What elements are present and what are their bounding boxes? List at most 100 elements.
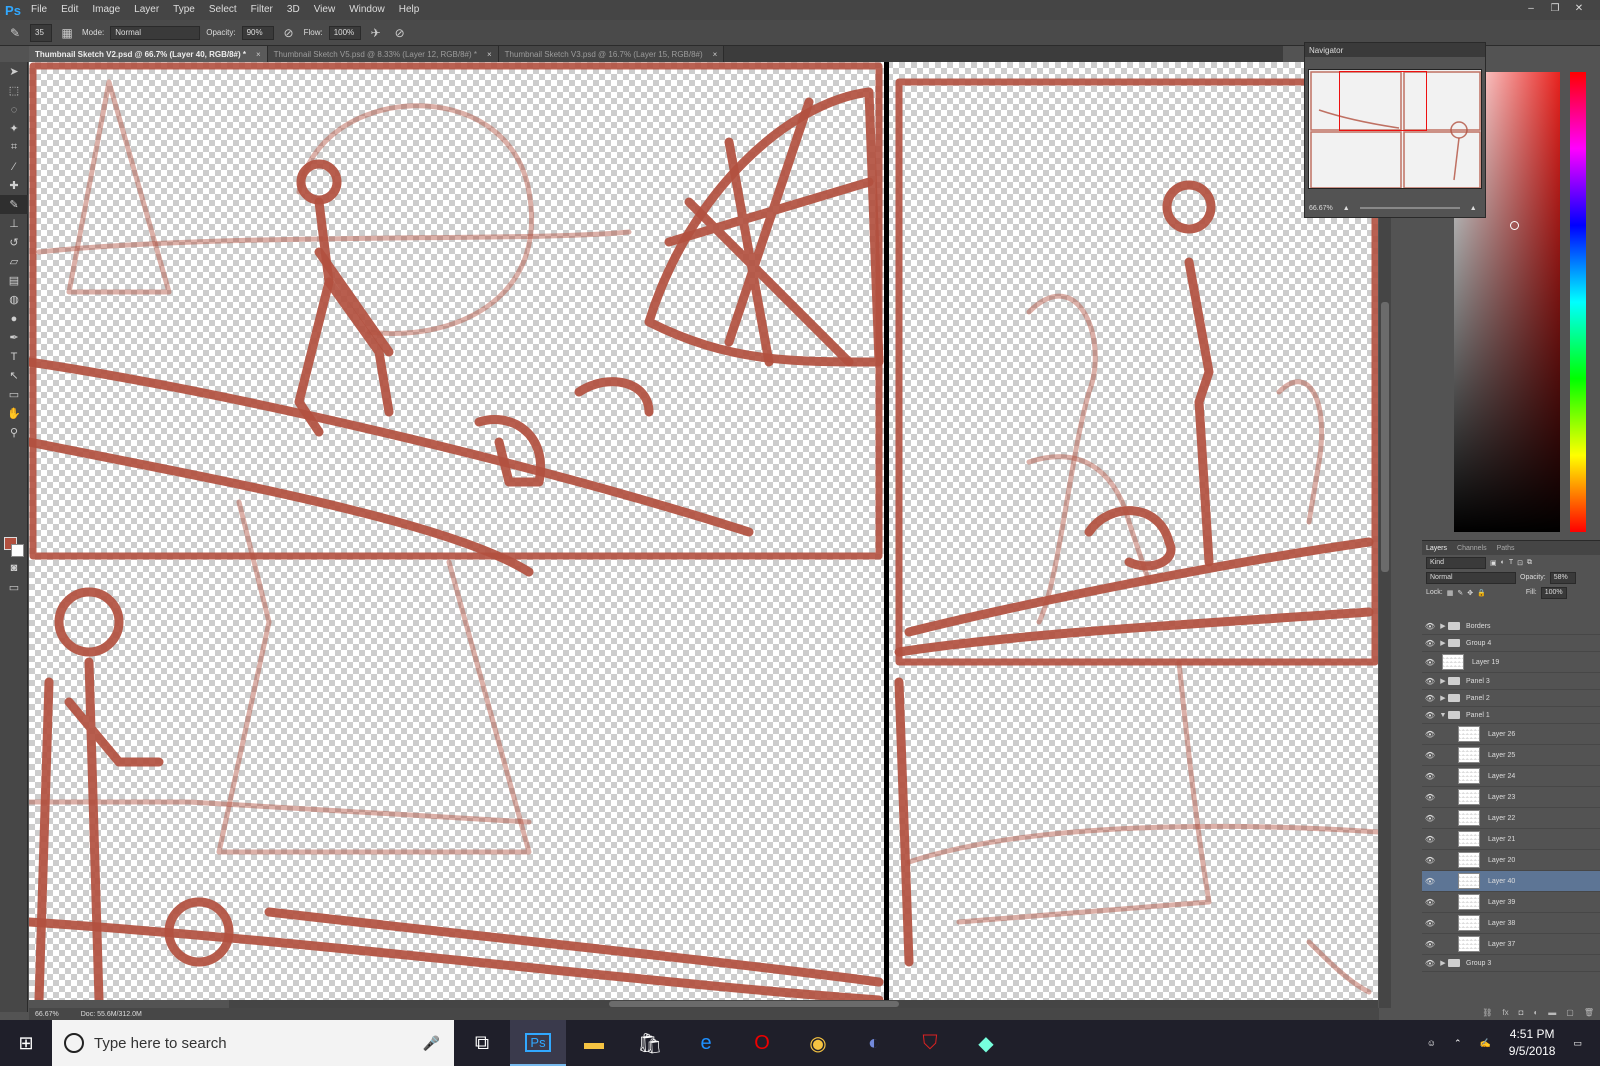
lock-position-icon[interactable]: ✥ [1467,589,1473,597]
menu-item[interactable]: Edit [54,0,85,20]
visibility-eye-icon[interactable]: 👁 [1422,639,1438,648]
pressure-size-icon[interactable]: ⊘ [391,24,409,42]
path-select-icon[interactable]: ↖ [0,366,28,385]
menu-item[interactable]: Select [202,0,244,20]
crop-tool-icon[interactable]: ⌗ [0,138,28,157]
dodge-icon[interactable]: ● [0,309,28,328]
visibility-eye-icon[interactable]: 👁 [1422,677,1438,686]
chrome-icon[interactable]: ◉ [790,1020,846,1066]
type-tool-icon[interactable]: T [0,347,28,366]
layer-row[interactable]: 👁 Layer 20 [1422,850,1600,871]
visibility-eye-icon[interactable]: 👁 [1422,877,1438,886]
layer-group-row[interactable]: 👁 ▶ Panel 3 [1422,673,1600,690]
close-icon[interactable]: ✕ [1568,0,1590,16]
layers-panel-tab[interactable]: Channels [1457,545,1487,552]
mode-select[interactable]: Normal [110,25,201,40]
horizontal-scrollbar[interactable] [229,1000,1378,1008]
menu-item[interactable]: Filter [244,0,280,20]
layer-group-row[interactable]: 👁 ▶ Panel 2 [1422,690,1600,707]
layer-row[interactable]: 👁 Layer 39 [1422,892,1600,913]
layer-group-row[interactable]: 👁 ▶ Group 4 [1422,635,1600,652]
group-caret-icon[interactable]: ▶ [1438,639,1448,647]
adjustment-icon[interactable]: ◐ [1533,1008,1538,1017]
clock[interactable]: 4:51 PM 9/5/2018 [1509,1026,1556,1060]
visibility-eye-icon[interactable]: 👁 [1422,919,1438,928]
visibility-eye-icon[interactable]: 👁 [1422,793,1438,802]
close-tab-icon[interactable]: × [713,50,718,59]
visibility-eye-icon[interactable]: 👁 [1422,959,1438,968]
menu-item[interactable]: 3D [280,0,307,20]
marquee-tool-icon[interactable]: ⬚ [0,81,28,100]
vertical-scroll-thumb[interactable] [1381,302,1389,572]
filter-type-icon[interactable]: T [1509,559,1513,566]
layer-group-row[interactable]: 👁 ▶ Borders [1422,618,1600,635]
group-caret-icon[interactable]: ▶ [1438,694,1448,702]
brush-tool-icon[interactable]: ✎ [6,24,24,42]
task-view-icon[interactable]: ⧉ [454,1020,510,1066]
airbrush-icon[interactable]: ✈ [367,24,385,42]
visibility-eye-icon[interactable]: 👁 [1422,856,1438,865]
menu-item[interactable]: Type [166,0,202,20]
brush-panel-icon[interactable]: ▦ [58,24,76,42]
opera-icon[interactable]: O [734,1020,790,1066]
layer-filter-select[interactable]: Kind [1426,556,1486,569]
app-icon[interactable]: ◆ [958,1020,1014,1066]
rectangle-tool-icon[interactable]: ▭ [0,385,28,404]
lock-transparent-icon[interactable]: ▦ [1447,589,1454,597]
add-mask-icon[interactable]: ◘ [1519,1008,1524,1017]
windows-start-icon[interactable]: ⊞ [0,1020,52,1066]
brush-size-field[interactable]: 35 [30,23,52,42]
close-tab-icon[interactable]: × [256,50,261,59]
blend-mode-select[interactable]: Normal [1426,571,1516,584]
document-tab[interactable]: Thumbnail Sketch V3.psd @ 16.7% (Layer 1… [498,46,725,62]
visibility-eye-icon[interactable]: 👁 [1422,940,1438,949]
opacity-field[interactable]: 90% [241,25,274,40]
menu-item[interactable]: Layer [127,0,166,20]
screen-mode-icon[interactable]: ▭ [0,578,28,597]
filter-smart-icon[interactable]: ⧉ [1527,559,1532,567]
layer-row[interactable]: 👁 Layer 26 [1422,724,1600,745]
minimize-icon[interactable]: – [1520,0,1542,16]
group-caret-icon[interactable]: ▼ [1438,712,1448,719]
filter-adjust-icon[interactable]: ◐ [1501,559,1505,566]
history-brush-icon[interactable]: ↺ [0,233,28,252]
pen-tool-icon[interactable]: ✒ [0,328,28,347]
navigator-view-box[interactable] [1339,71,1427,131]
menu-item[interactable]: Help [392,0,427,20]
hand-tool-icon[interactable]: ✋ [0,404,28,423]
layer-row[interactable]: 👁 Layer 23 [1422,787,1600,808]
lock-all-icon[interactable]: 🔒 [1477,589,1486,597]
visibility-eye-icon[interactable]: 👁 [1422,835,1438,844]
edge-icon[interactable]: e [678,1020,734,1066]
zoom-tool-icon[interactable]: ⚲ [0,423,28,442]
magic-wand-icon[interactable]: ✦ [0,119,28,138]
layer-group-row[interactable]: 👁 ▶ Group 3 [1422,955,1600,972]
navigator-preview[interactable] [1308,69,1482,189]
security-shield-icon[interactable]: ⛉ [902,1020,958,1066]
clone-stamp-icon[interactable]: ⊥ [0,214,28,233]
filter-pixel-icon[interactable]: ▣ [1490,559,1497,567]
people-icon[interactable]: ☺ [1427,1038,1436,1048]
layer-row[interactable]: 👁 Layer 38 [1422,913,1600,934]
layer-group-row[interactable]: 👁 ▼ Panel 1 [1422,707,1600,724]
document-tab[interactable]: Thumbnail Sketch V5.psd @ 8.33% (Layer 1… [267,46,499,62]
menu-item[interactable]: View [307,0,343,20]
visibility-eye-icon[interactable]: 👁 [1422,898,1438,907]
pen-icon[interactable]: ✍ [1480,1038,1491,1049]
layer-row[interactable]: 👁 Layer 21 [1422,829,1600,850]
layers-panel-tab[interactable]: Layers [1426,545,1447,552]
visibility-eye-icon[interactable]: 👁 [1422,711,1438,720]
visibility-eye-icon[interactable]: 👁 [1422,772,1438,781]
layer-row[interactable]: 👁 Layer 24 [1422,766,1600,787]
link-layers-icon[interactable]: ⛓ [1482,1008,1492,1017]
layer-row[interactable]: 👁 Layer 40 [1422,871,1600,892]
flow-field[interactable]: 100% [328,25,361,40]
fill-field[interactable]: 100% [1540,586,1567,599]
brush-tool-icon[interactable]: ✎ [0,195,28,214]
navigator-zoom[interactable]: 66.67% [1309,205,1333,212]
gradient-icon[interactable]: ▤ [0,271,28,290]
file-explorer-icon[interactable]: ▬ [566,1020,622,1066]
zoom-readout[interactable]: 66.67% [35,1011,59,1018]
document-tab[interactable]: Thumbnail Sketch V2.psd @ 66.7% (Layer 4… [29,46,268,62]
microphone-icon[interactable]: 🎤 [423,1035,440,1052]
